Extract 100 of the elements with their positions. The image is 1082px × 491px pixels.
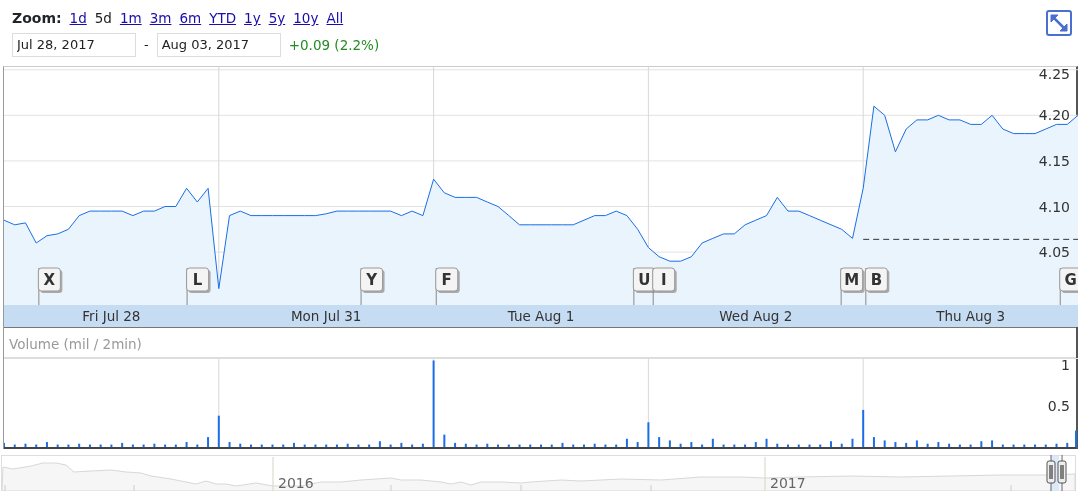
expand-button[interactable] [1046,10,1072,36]
volume-bar [454,442,457,447]
volume-bar [808,444,811,447]
volume-bar [464,443,467,447]
range-handle[interactable] [1057,455,1067,491]
volume-bar [722,444,725,447]
date-separator: - [144,36,149,54]
volume-bar [894,442,897,447]
volume-bar [282,444,285,447]
volume-bar [88,444,91,447]
zoom-option[interactable]: YTD [209,8,237,29]
year-label: 2017 [770,475,806,491]
zoom-option[interactable]: 5y [268,8,286,29]
volume-bar [1023,444,1026,447]
volume-bar [174,444,177,447]
volume-bar [325,444,328,447]
axis-label: 4.10 [1038,198,1070,215]
volume-bar [980,441,983,447]
axis-label: 1 [1061,358,1070,373]
volume-bar [185,442,188,447]
volume-bar [958,444,961,447]
volume-bar [1001,444,1004,447]
volume-bar [1044,444,1047,447]
volume-bar [421,443,424,447]
volume-bar [604,444,607,447]
volume-bar [851,438,854,447]
volume-bar [153,443,156,447]
volume-bar [883,440,886,447]
date-label: Tue Aug 1 [507,308,575,324]
volume-bar [658,437,661,447]
volume-bar [110,444,113,447]
volume-bar [948,443,951,447]
range-handle[interactable] [1046,455,1056,491]
expand-icon [1050,14,1068,32]
volume-bar [142,444,145,447]
volume-bar [271,444,274,447]
volume-bar [754,442,757,447]
volume-bar [1055,443,1058,447]
volume-bar [561,442,564,447]
volume-bar [926,443,929,447]
volume-bar [776,443,779,447]
zoom-option[interactable]: 5d [94,8,112,29]
volume-bar [872,437,875,447]
zoom-option[interactable]: 10y [293,8,319,29]
axis-label: 0.5 [1047,397,1070,414]
volume-bar [24,443,27,447]
volume-label: Volume (mil / 2min) [4,327,1076,358]
volume-bar [647,422,650,447]
volume-bar [78,443,81,447]
axis-label: 4.20 [1038,107,1070,124]
volume-bar [701,444,704,447]
volume-bar [636,442,639,447]
volume-bar [529,444,532,447]
year-label: 2016 [278,475,314,491]
volume-bar [1012,444,1015,447]
volume-bar [378,441,381,447]
axis-label: 4.15 [1038,152,1070,169]
volume-bar [819,444,822,447]
volume-bar [733,444,736,447]
volume-bar [389,444,392,447]
volume-bar [615,444,618,447]
zoom-option[interactable]: 3m [149,8,172,29]
zoom-option[interactable]: 1m [119,8,142,29]
volume-bar [131,444,134,447]
volume-bar [840,443,843,447]
price-change: +0.09 (2.2%) [288,35,380,55]
volume-bar [679,443,682,447]
volume-bar [668,440,671,447]
volume-bar [937,442,940,447]
volume-bar [346,443,349,447]
end-date-field[interactable]: Aug 03, 2017 [156,33,281,57]
volume-bar [550,444,553,447]
zoom-option[interactable]: 1y [244,8,261,29]
volume-bar [582,444,585,447]
axis-label: 4.05 [1038,244,1070,261]
volume-bar [164,444,167,447]
volume-bar [905,442,908,447]
volume-bar [486,443,489,447]
zoom-option[interactable]: All [326,8,344,29]
start-date-field[interactable]: Jul 28, 2017 [12,33,136,57]
date-label: Thu Aug 3 [936,308,1006,324]
axis-label: 4.25 [1038,67,1070,82]
volume-bar [45,442,48,447]
volume-bar [765,438,768,447]
volume-bar [303,444,306,447]
volume-bar [969,444,972,447]
volume-bar [572,444,575,447]
volume-bar [357,444,360,447]
zoom-option[interactable]: 1d [69,8,87,29]
volume-bar [196,444,199,447]
volume-bar [35,444,38,447]
volume-bar [217,415,220,447]
volume-bar [797,444,800,447]
volume-bar [690,442,693,447]
volume-bar [991,440,994,447]
volume-bar [314,444,317,447]
zoom-option[interactable]: 6m [179,8,202,29]
volume-bar [507,444,510,447]
volume-bar [13,444,16,447]
zoom-label: Zoom: [12,9,62,28]
